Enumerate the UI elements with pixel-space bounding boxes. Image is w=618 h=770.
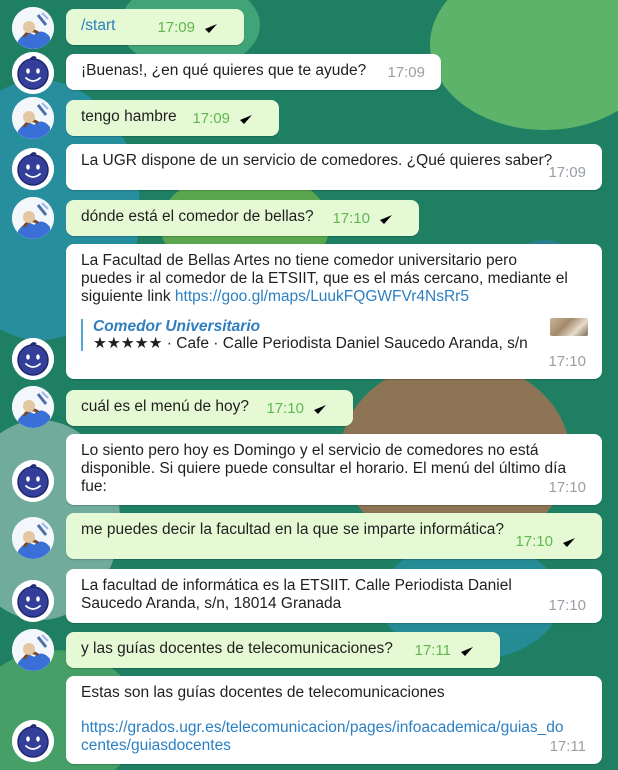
link-preview-title[interactable]: Comedor Universitario [93, 319, 588, 335]
chat-history[interactable]: /start 17:09 ¡Buenas!, ¿en qué quieres q… [0, 0, 618, 770]
message-text: me puedes decir la facultad en la que se… [81, 521, 505, 538]
message-bubble-incoming[interactable]: La facultad de informática es la ETSIIT.… [66, 569, 602, 623]
message-time: 17:09 [548, 164, 586, 181]
message-text-line: Saucedo Aranda, s/n, 18014 Granada [81, 595, 342, 612]
double-check-icon [239, 113, 263, 126]
message-text-line: La facultad de informática es la ETSIIT.… [81, 577, 512, 594]
message-time: 17:10 [266, 400, 304, 417]
message-time: 17:09 [387, 64, 425, 81]
message-meta: 17:10 [548, 479, 586, 497]
message-bubble-incoming[interactable]: La Facultad de Bellas Artes no tiene com… [66, 244, 602, 379]
message-bubble-incoming[interactable]: ¡Buenas!, ¿en qué quieres que te ayude? … [66, 54, 441, 90]
bot-avatar[interactable] [12, 52, 54, 94]
message-meta: 17:09 [387, 64, 425, 82]
link-preview-description: ★★★★★ · Cafe · Calle Periodista Daniel S… [93, 335, 528, 352]
message-time: 17:11 [549, 738, 586, 755]
message-text: ¡Buenas!, ¿en qué quieres que te ayude? [81, 62, 367, 79]
message-meta: 17:09 [548, 164, 586, 182]
message-text-line: siguiente link [81, 288, 175, 305]
message-text-line: Lo siento pero hoy es Domingo y el servi… [81, 442, 539, 459]
message-bubble-incoming[interactable]: La UGR dispone de un servicio de comedor… [66, 144, 602, 190]
maps-link[interactable]: https://goo.gl/maps/LuukFQGWFVr4NsRr5 [175, 288, 469, 305]
user-avatar[interactable] [12, 7, 54, 49]
guides-link[interactable]: https://grados.ugr.es/telecomunicacion/p… [81, 719, 564, 736]
message-text-line: disponible. Si quiere puede consultar el… [81, 460, 567, 477]
message-bubble-outgoing[interactable]: dónde está el comedor de bellas? 17:10 [66, 200, 419, 236]
message-time: 17:10 [548, 479, 586, 496]
user-avatar[interactable] [12, 629, 54, 671]
message-meta: 17:10 [266, 400, 337, 418]
message-text-line: La Facultad de Bellas Artes no tiene com… [81, 252, 517, 269]
double-check-icon [379, 213, 403, 226]
message-meta: 17:11 [550, 738, 586, 756]
message-time: 17:09 [157, 19, 195, 36]
message-meta: 17:09 [192, 110, 263, 128]
bot-avatar[interactable] [12, 580, 54, 622]
message-meta: 17:10 [548, 597, 586, 615]
message-bubble-outgoing[interactable]: cuál es el menú de hoy? 17:10 [66, 390, 353, 426]
message-text-line: fue: [81, 478, 107, 495]
message-time: 17:11 [414, 642, 451, 659]
message-bubble-incoming[interactable]: Estas son las guías docentes de telecomu… [66, 676, 602, 764]
link-preview-thumbnail[interactable] [550, 318, 588, 336]
bot-avatar[interactable] [12, 720, 54, 762]
bot-avatar[interactable] [12, 148, 54, 190]
user-avatar[interactable] [12, 386, 54, 428]
user-avatar[interactable] [12, 97, 54, 139]
message-bubble-incoming[interactable]: Lo siento pero hoy es Domingo y el servi… [66, 434, 602, 505]
double-check-icon [460, 645, 484, 658]
message-bubble-outgoing[interactable]: tengo hambre 17:09 [66, 100, 279, 136]
link-preview[interactable]: Comedor Universitario ★★★★★ · Cafe · Cal… [81, 318, 588, 352]
message-bubble-outgoing[interactable]: y las guías docentes de telecomunicacion… [66, 632, 500, 668]
message-meta: 17:10 [548, 353, 586, 371]
message-text-line: Estas son las guías docentes de telecomu… [81, 684, 445, 701]
message-meta: 17:10 [332, 210, 403, 228]
double-check-icon [204, 22, 228, 35]
message-time: 17:10 [548, 353, 586, 370]
double-check-icon [562, 536, 586, 549]
message-bubble-outgoing[interactable]: me puedes decir la facultad en la que se… [66, 513, 602, 559]
message-time: 17:10 [548, 597, 586, 614]
message-text-line: puedes ir al comedor de la ETSIIT, que e… [81, 270, 568, 287]
message-bubble-outgoing[interactable]: /start 17:09 [66, 9, 244, 45]
message-time: 17:10 [515, 533, 553, 550]
user-avatar[interactable] [12, 517, 54, 559]
message-time: 17:09 [192, 110, 230, 127]
double-check-icon [313, 403, 337, 416]
message-meta: 17:10 [515, 533, 586, 551]
guides-link-continued[interactable]: centes/guiasdocentes [81, 737, 231, 754]
message-meta: 17:09 [157, 19, 228, 37]
bot-avatar[interactable] [12, 338, 54, 380]
bot-avatar[interactable] [12, 460, 54, 502]
message-meta: 17:11 [415, 642, 484, 660]
user-avatar[interactable] [12, 197, 54, 239]
message-text: La UGR dispone de un servicio de comedor… [81, 152, 553, 169]
message-time: 17:10 [332, 210, 370, 227]
